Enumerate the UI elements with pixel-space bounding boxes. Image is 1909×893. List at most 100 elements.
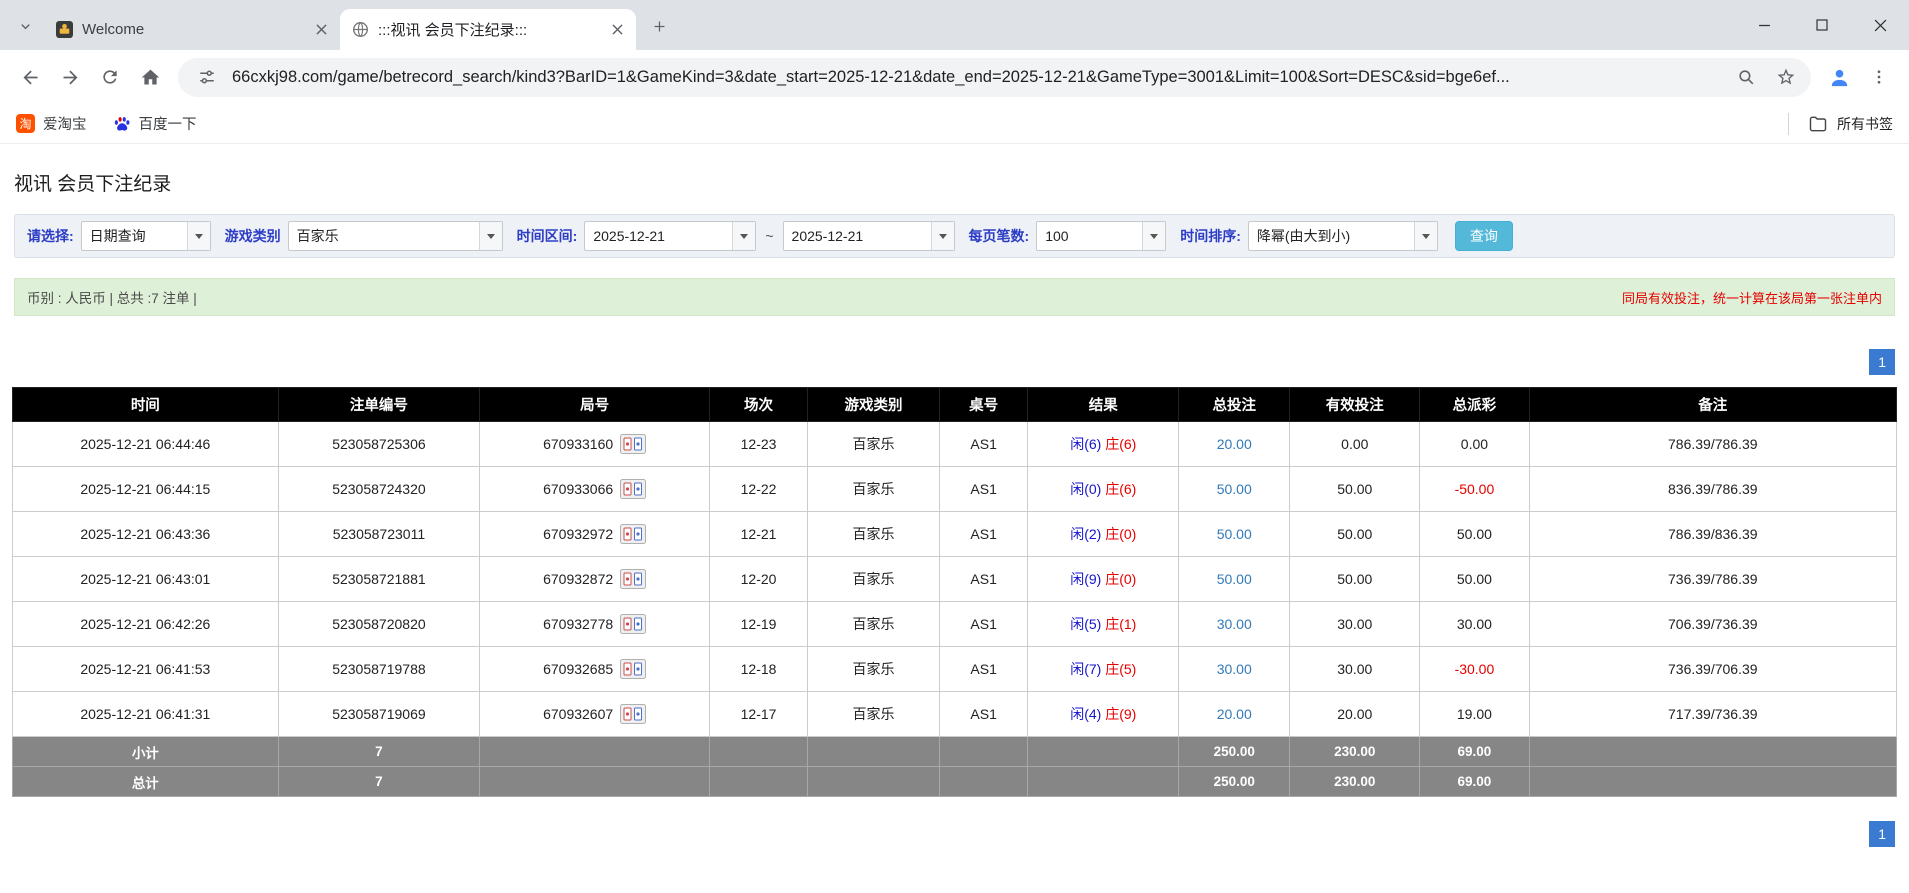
page-size-label: 每页笔数: (969, 226, 1030, 246)
time-cell: 2025-12-21 06:43:01 (13, 557, 279, 602)
game-type-cell: 百家乐 (808, 602, 940, 647)
valid-bet-cell: 0.00 (1290, 422, 1420, 467)
column-header-6: 结果 (1028, 388, 1179, 422)
bet-amount-link[interactable]: 50.00 (1217, 571, 1252, 587)
page-1-button[interactable]: 1 (1869, 821, 1895, 847)
banker-result: 庄(1) (1105, 616, 1136, 632)
tab-close-icon[interactable] (310, 19, 332, 41)
date-end-select[interactable]: 2025-12-21 (783, 221, 955, 251)
bet-amount-link[interactable]: 50.00 (1217, 481, 1252, 497)
total-bet-cell: 50.00 (1179, 467, 1290, 512)
round-result-icon[interactable] (620, 659, 646, 679)
result-cell: 闲(5) 庄(1) (1028, 602, 1179, 647)
tab-betrecord[interactable]: :::视讯 会员下注纪录::: (340, 9, 636, 50)
empty-cell (939, 737, 1028, 767)
bet-amount-link[interactable]: 30.00 (1217, 661, 1252, 677)
bet-amount-link[interactable]: 50.00 (1217, 526, 1252, 542)
bookmark-taobao[interactable]: 淘 爱淘宝 (16, 113, 87, 134)
back-icon (20, 67, 41, 88)
bookmark-baidu[interactable]: 百度一下 (113, 113, 197, 134)
person-icon (1828, 66, 1851, 89)
pagination-bottom: 1 (14, 821, 1895, 847)
address-bar[interactable]: 66cxkj98.com/game/betrecord_search/kind3… (178, 58, 1811, 97)
round-result-icon[interactable] (620, 434, 646, 454)
chevron-down-icon[interactable] (479, 222, 502, 250)
round-id: 670932972 (543, 526, 613, 542)
round-result-icon[interactable] (620, 704, 646, 724)
session-cell: 12-20 (710, 557, 808, 602)
round-result-icon[interactable] (620, 569, 646, 589)
round-result-icon[interactable] (620, 479, 646, 499)
bet-id-cell: 523058725306 (278, 422, 480, 467)
new-tab-button[interactable] (644, 11, 674, 41)
chevron-down-icon[interactable] (732, 222, 755, 250)
refresh-button[interactable] (90, 57, 130, 97)
note-cell: 786.39/836.39 (1529, 512, 1896, 557)
page-size-select[interactable]: 100 (1036, 221, 1166, 251)
profile-button[interactable] (1819, 57, 1859, 97)
search-button[interactable]: 查询 (1455, 221, 1513, 251)
tab-title: :::视讯 会员下注纪录::: (378, 19, 597, 40)
back-button[interactable] (10, 57, 50, 97)
folder-icon (1808, 114, 1828, 134)
game-category-select[interactable]: 百家乐 (288, 221, 503, 251)
date-range-label: 时间区间: (517, 226, 578, 246)
column-header-1: 注单编号 (278, 388, 480, 422)
chevron-down-icon[interactable] (931, 222, 954, 250)
bet-amount-link[interactable]: 30.00 (1217, 616, 1252, 632)
subtotal-count: 7 (278, 737, 480, 767)
bet-id-cell: 523058724320 (278, 467, 480, 512)
round-id: 670932607 (543, 706, 613, 722)
tab-welcome[interactable]: Welcome (44, 9, 340, 50)
chevron-down-icon[interactable] (187, 222, 210, 250)
site-info-button[interactable] (192, 62, 222, 92)
maximize-button[interactable] (1793, 0, 1851, 50)
date-start-select[interactable]: 2025-12-21 (584, 221, 756, 251)
bet-amount-link[interactable]: 20.00 (1217, 436, 1252, 452)
chevron-down-icon[interactable] (1414, 222, 1437, 250)
empty-cell (808, 737, 940, 767)
note-cell: 786.39/786.39 (1529, 422, 1896, 467)
url-text[interactable]: 66cxkj98.com/game/betrecord_search/kind3… (232, 68, 1721, 87)
bookmark-star-button[interactable] (1771, 62, 1801, 92)
home-icon (140, 67, 161, 88)
tab-close-icon[interactable] (606, 19, 628, 41)
payout-cell: 50.00 (1420, 512, 1529, 557)
empty-cell (710, 767, 808, 797)
chevron-down-icon[interactable] (1142, 222, 1165, 250)
query-type-select[interactable]: 日期查询 (81, 221, 211, 251)
table-no-cell: AS1 (939, 512, 1028, 557)
all-bookmarks-button[interactable]: 所有书签 (1788, 113, 1893, 135)
sort-order-select[interactable]: 降幂(由大到小) (1248, 221, 1438, 251)
column-header-5: 桌号 (939, 388, 1028, 422)
banker-result: 庄(5) (1105, 661, 1136, 677)
bet-id-cell: 523058719788 (278, 647, 480, 692)
game-type-cell: 百家乐 (808, 647, 940, 692)
session-cell: 12-22 (710, 467, 808, 512)
round-result-icon[interactable] (620, 614, 646, 634)
window-controls (1735, 0, 1909, 50)
round-cell: 670932607 (480, 692, 710, 737)
empty-cell (710, 737, 808, 767)
plus-icon (652, 19, 667, 34)
close-window-button[interactable] (1851, 0, 1909, 50)
round-id: 670932872 (543, 571, 613, 587)
table-no-cell: AS1 (939, 422, 1028, 467)
forward-button[interactable] (50, 57, 90, 97)
page-1-button[interactable]: 1 (1869, 349, 1895, 375)
tab-search-button[interactable] (10, 11, 40, 41)
home-button[interactable] (130, 57, 170, 97)
cards-result-icon (620, 569, 646, 589)
round-id: 670932778 (543, 616, 613, 632)
currency-summary: 币别 : 人民币 | 总共 :7 注单 | (27, 287, 197, 307)
round-result-icon[interactable] (620, 524, 646, 544)
menu-button[interactable] (1859, 57, 1899, 97)
payout-cell: 0.00 (1420, 422, 1529, 467)
divider (1788, 113, 1789, 135)
globe-favicon (352, 21, 369, 38)
minimize-button[interactable] (1735, 0, 1793, 50)
bet-amount-link[interactable]: 20.00 (1217, 706, 1252, 722)
payout-cell: 50.00 (1420, 557, 1529, 602)
zoom-button[interactable] (1731, 62, 1761, 92)
player-result: 闲(6) (1070, 436, 1101, 452)
